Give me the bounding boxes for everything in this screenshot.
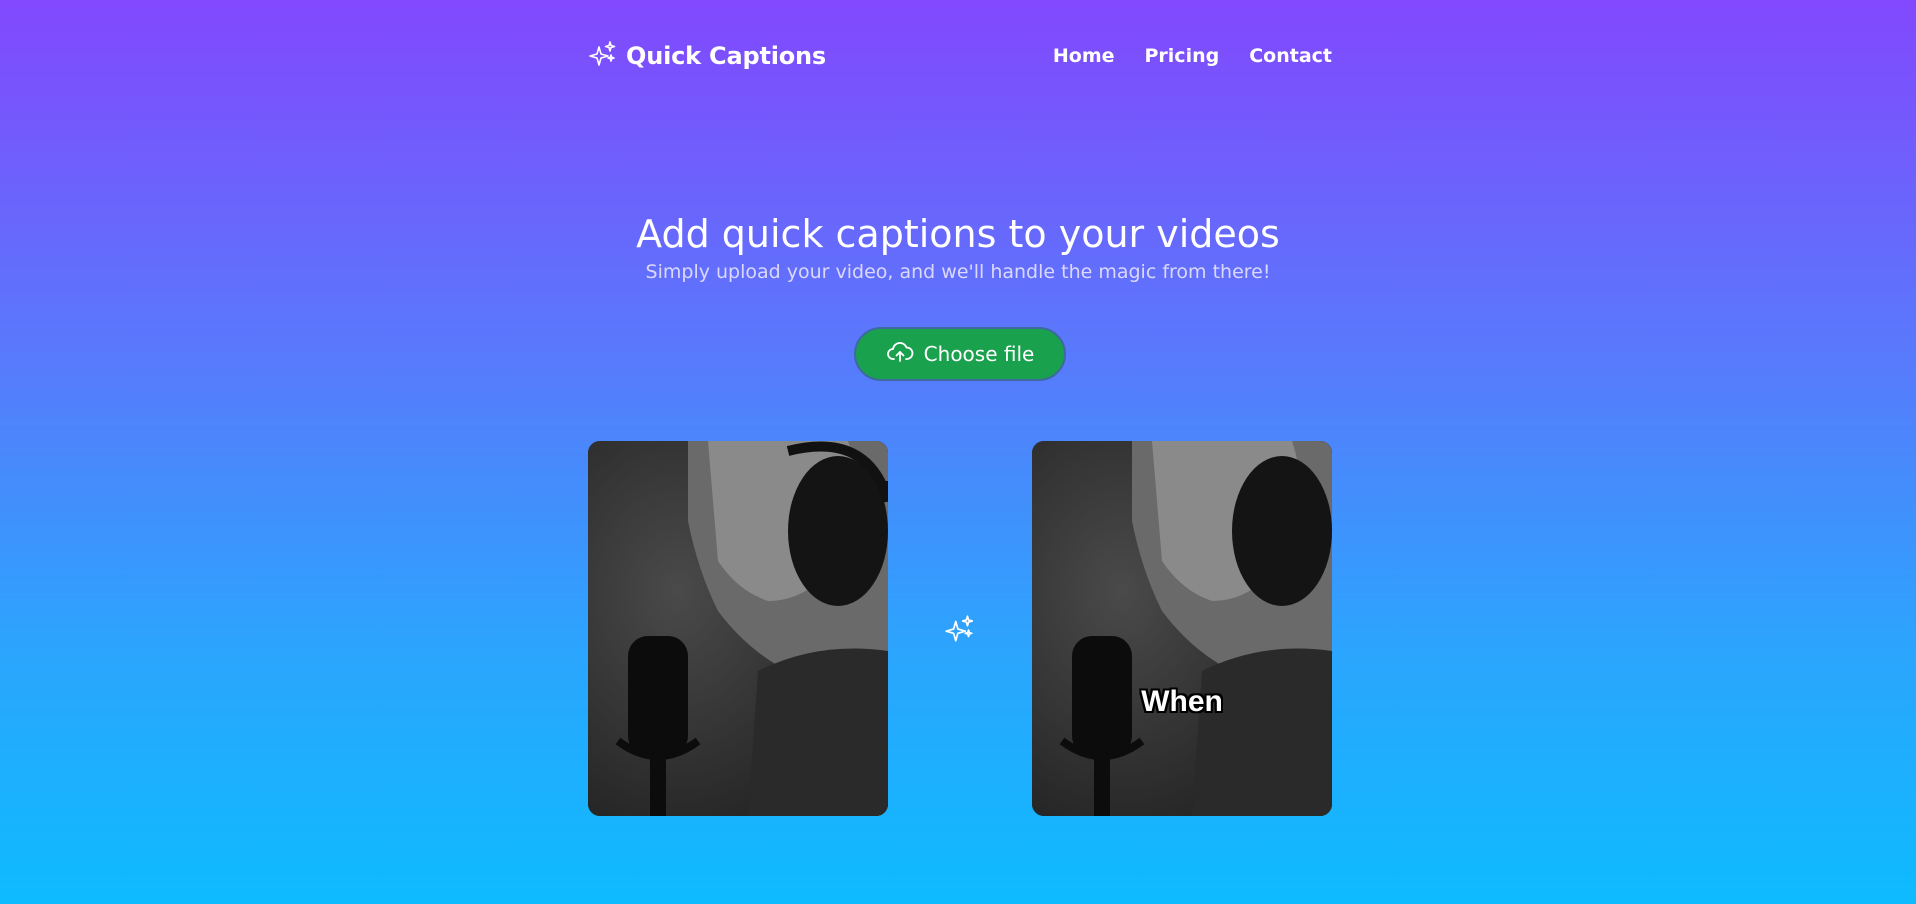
site-header: Quick Captions Home Pricing Contact (588, 36, 1332, 76)
logo-text: Quick Captions (626, 42, 827, 70)
sparkles-icon (588, 39, 618, 73)
video-frame-image (1032, 441, 1332, 816)
choose-file-button[interactable]: Choose file (854, 327, 1066, 381)
main-nav: Home Pricing Contact (1053, 45, 1332, 67)
logo[interactable]: Quick Captions (588, 39, 826, 73)
nav-home-link[interactable]: Home (1053, 45, 1115, 67)
captioned-video-preview[interactable]: When (1032, 441, 1332, 816)
nav-pricing-link[interactable]: Pricing (1145, 45, 1220, 67)
hero-section: Add quick captions to your videos Simply… (0, 208, 1916, 284)
original-video-preview[interactable] (588, 441, 888, 816)
cloud-upload-icon (886, 338, 914, 371)
hero-subtitle: Simply upload your video, and we'll hand… (645, 261, 1271, 283)
choose-file-label: Choose file (923, 342, 1035, 366)
sparkles-icon (944, 613, 976, 645)
hero-title: Add quick captions to your videos (636, 212, 1280, 256)
nav-contact-link[interactable]: Contact (1249, 45, 1332, 67)
video-caption: When (1141, 685, 1223, 718)
video-frame-image (588, 441, 888, 816)
